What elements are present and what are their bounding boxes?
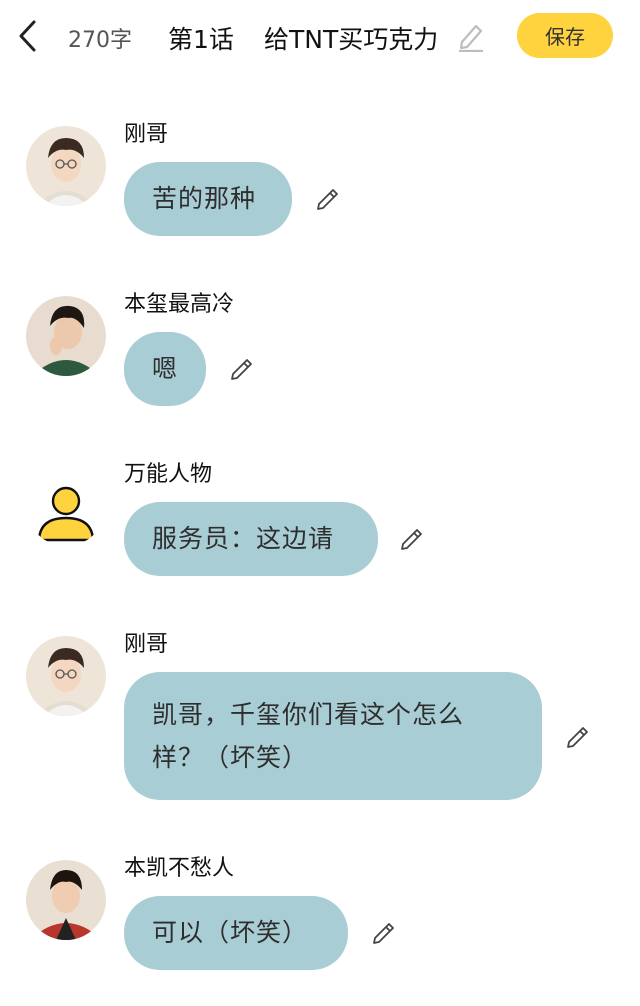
message-bubble[interactable]: 可以（坏笑） — [124, 896, 348, 970]
story-title: 给TNT买巧克力 — [264, 25, 439, 54]
boy-green-sweater-avatar[interactable] — [26, 296, 106, 376]
pencil-icon[interactable] — [370, 918, 398, 946]
word-count: 270字 — [68, 28, 132, 53]
edit-title-pencil-icon[interactable] — [456, 20, 486, 53]
boy-red-jacket-avatar[interactable] — [26, 860, 106, 940]
message-item: 刚哥 凯哥，千玺你们看这个怎么样？（坏笑） — [0, 626, 640, 806]
username: 刚哥 — [124, 122, 169, 147]
username: 万能人物 — [124, 462, 213, 487]
episode-label: 第1话 — [168, 25, 234, 54]
username: 本凯不愁人 — [124, 856, 235, 881]
pencil-icon[interactable] — [398, 524, 426, 552]
save-button[interactable]: 保存 — [517, 13, 613, 58]
boy-glasses-avatar[interactable] — [26, 636, 106, 716]
username: 本玺最高冷 — [124, 292, 235, 317]
pencil-icon[interactable] — [314, 184, 342, 212]
pencil-icon[interactable] — [228, 354, 256, 382]
message-item: 本玺最高冷 嗯 — [0, 286, 640, 410]
generic-user-icon[interactable] — [26, 466, 106, 546]
back-icon[interactable] — [14, 18, 42, 54]
message-item: 万能人物 服务员：这边请 — [0, 456, 640, 580]
message-bubble[interactable]: 嗯 — [124, 332, 206, 406]
boy-glasses-avatar[interactable] — [26, 126, 106, 206]
username: 刚哥 — [124, 632, 169, 657]
message-bubble[interactable]: 服务员：这边请 — [124, 502, 378, 576]
message-item: 刚哥 苦的那种 — [0, 116, 640, 240]
message-bubble[interactable]: 苦的那种 — [124, 162, 292, 236]
top-bar: 270字 第1话 给TNT买巧克力 保存 — [0, 0, 640, 76]
message-bubble[interactable]: 凯哥，千玺你们看这个怎么样？（坏笑） — [124, 672, 542, 800]
pencil-icon[interactable] — [564, 722, 592, 750]
message-item: 本凯不愁人 可以（坏笑） — [0, 850, 640, 974]
